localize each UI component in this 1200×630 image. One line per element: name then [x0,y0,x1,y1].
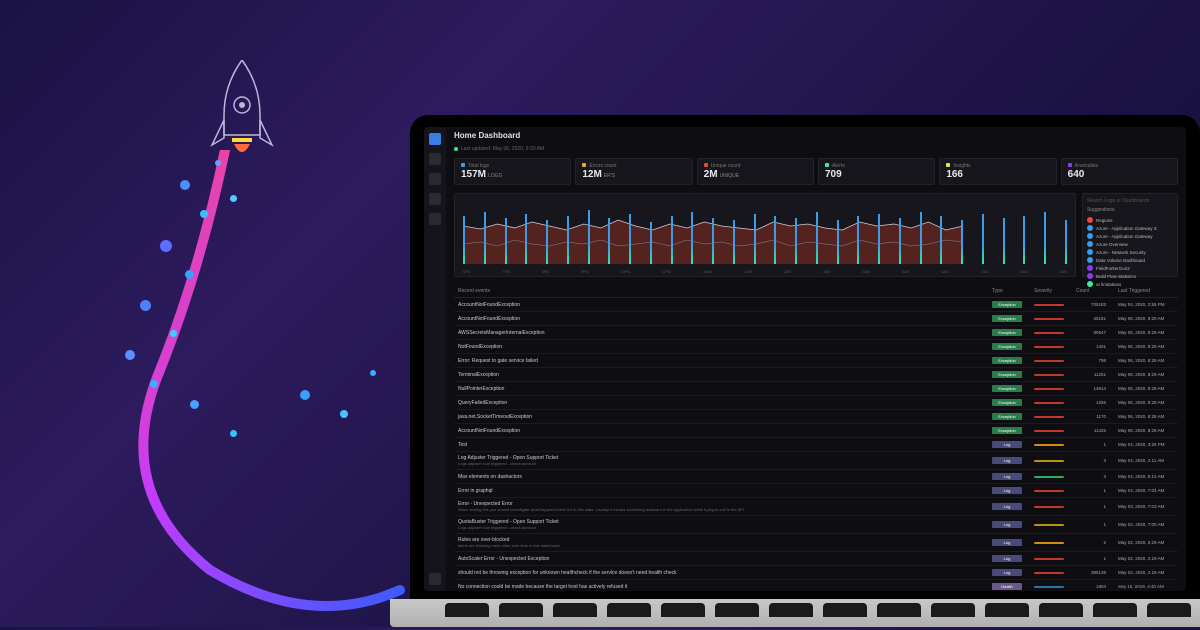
stat-card[interactable]: Errors count12MER'S [575,158,692,185]
suggestion-item[interactable]: Azure - Network Security [1087,248,1173,256]
table-row[interactable]: Error - Unexpected ErrorWhen seeing this… [454,498,1178,516]
table-row[interactable]: AutoScaler Error - Unexpected ExceptionL… [454,552,1178,566]
suggestion-item[interactable]: FieldForkerGun2 [1087,264,1173,272]
table-row[interactable]: AccountNotFoundExceptionException35181Ma… [454,312,1178,326]
main-chart[interactable]: 6PM7PM8PM9PM10PM11PM12AM1AM2AM3AM4AM5AM6… [454,193,1076,277]
table-row[interactable]: java.net.SocketTimeoutExceptionException… [454,410,1178,424]
rocket-icon [202,60,282,170]
suggestion-item[interactable]: Build Flow Statistics [1087,272,1173,280]
page-header: Home Dashboard [446,127,1186,144]
stats-row: Total logs157MLOGSErrors count12MER'SUni… [446,154,1186,189]
table-row[interactable]: QuotaBuster Triggered - Open Support Tic… [454,516,1178,534]
table-row[interactable]: Rules are over-blockedalerts are blockin… [454,534,1178,552]
suggestion-item[interactable]: Data Volume Dashboard [1087,256,1173,264]
table-row[interactable]: NullPointerExceptionException14814May 06… [454,382,1178,396]
stat-card[interactable]: Alerts709 [818,158,935,185]
sidebar-nav [424,127,446,591]
table-row[interactable]: NotFoundExceptionException1401May 06, 20… [454,340,1178,354]
page-title: Home Dashboard [454,131,520,140]
sidebar-item-dashboards[interactable] [429,213,441,225]
suggestion-item[interactable]: Azure - Application Gateway [1087,232,1173,240]
events-table: Recent events Type Severity Count Last T… [446,281,1186,591]
table-row[interactable]: Error in graphqlLog1May 04, 2020, 7:04 A… [454,484,1178,498]
table-row[interactable]: TerminalExceptionException11251May 06, 2… [454,368,1178,382]
hero-illustration [30,40,430,620]
table-row[interactable]: Max elements on dashactorsLog3May 04, 20… [454,470,1178,484]
sidebar-item-settings[interactable] [429,573,441,585]
stat-card[interactable]: Total logs157MLOGS [454,158,571,185]
suggestions-panel: Search Logs or Dashboards Suggestions Re… [1082,193,1178,277]
table-row[interactable]: Error: Request to gate service failedExc… [454,354,1178,368]
dashboard-app: Home Dashboard Last updated: May 06, 202… [424,127,1186,591]
sidebar-item-home[interactable] [429,133,441,145]
sidebar-item-logs[interactable] [429,173,441,185]
table-row[interactable]: AWSSecretsManagerInternalExceptionExcept… [454,326,1178,340]
suggestions-search[interactable]: Search Logs or Dashboards [1087,198,1173,204]
table-row[interactable]: TestLog1May 04, 2020, 3:26 PM [454,438,1178,452]
table-row[interactable]: No connection could be made because the … [454,580,1178,591]
stat-card[interactable]: Insights166 [939,158,1056,185]
table-row[interactable]: AccountNotFoundExceptionException11425Ma… [454,424,1178,438]
laptop-mockup: Home Dashboard Last updated: May 06, 202… [410,115,1200,627]
table-row[interactable]: Log Adjuster Triggered - Open Support Ti… [454,452,1178,470]
suggestion-item[interactable]: Regions [1087,216,1173,224]
suggestion-item[interactable]: Azure Overview [1087,240,1173,248]
table-row[interactable]: AccountNotFoundExceptionException705183M… [454,298,1178,312]
suggestion-item[interactable]: Azure - Application Gateway S [1087,224,1173,232]
stat-card[interactable]: Anomalies640 [1061,158,1178,185]
sidebar-item-alerts[interactable] [429,193,441,205]
last-updated: Last updated: May 06, 2020, 9:20 AM [446,144,1186,154]
table-row[interactable]: should not be throwing exception for unk… [454,566,1178,580]
stat-card[interactable]: Unique count2MUNIQUE [697,158,814,185]
sidebar-item-search[interactable] [429,153,441,165]
table-row[interactable]: QueryFailedExceptionException1255May 06,… [454,396,1178,410]
table-title: Recent events [458,288,992,294]
